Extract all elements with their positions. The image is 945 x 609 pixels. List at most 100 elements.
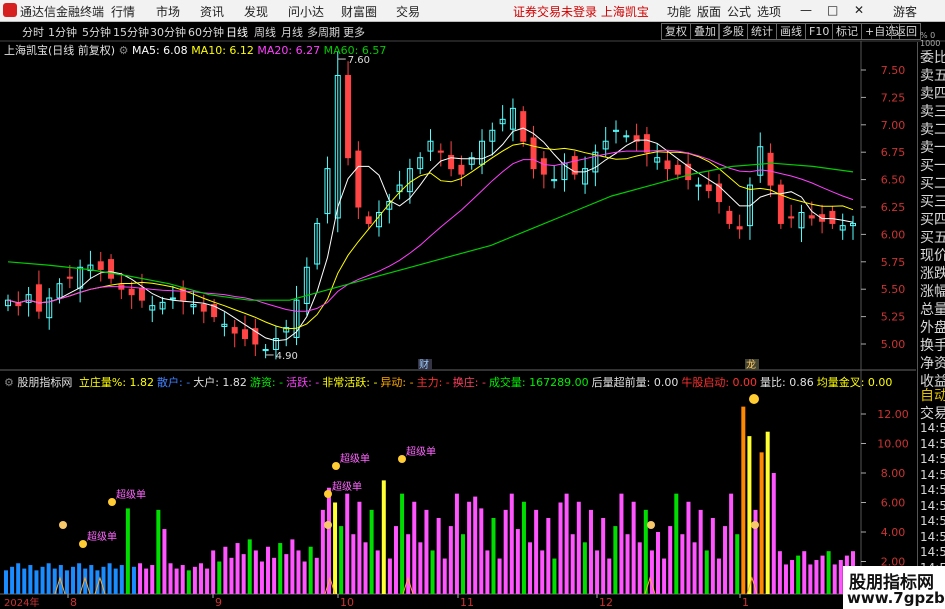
volume-bar (613, 526, 618, 594)
candle-body (540, 158, 547, 175)
indicator-value-7: 主力: - (416, 376, 450, 389)
panel-time-4: 14:56 (920, 483, 945, 497)
candle-body (530, 137, 537, 170)
price-axis-label: 5.75 (881, 256, 906, 269)
signal-label-super-order: 超级单 (87, 530, 117, 543)
indicator-value-8: 换庄: - (452, 376, 486, 389)
volume-bar (205, 568, 210, 594)
volume-bar (71, 566, 76, 594)
volume-bar (515, 529, 520, 594)
price-axis-label: 5.50 (881, 283, 906, 296)
date-month-label: 12 (599, 596, 613, 609)
candle-body (808, 215, 815, 219)
candle-body (15, 302, 22, 307)
indicator-value-3: 游资: - (249, 376, 284, 389)
panel-time-2: 14:56 (920, 452, 945, 466)
volume-bar (735, 534, 740, 594)
volume-bar (796, 555, 801, 594)
volume-bar (144, 568, 149, 594)
volume-bar (345, 493, 350, 594)
kline-chart[interactable]: 7.50 7.25 7.00 6.75 6.50 6.25 6.00 5.75 5.50 5.25… (0, 0, 945, 609)
volume-bar (34, 570, 39, 594)
hand-pointer-icon (647, 521, 655, 529)
volume-bar (680, 534, 685, 594)
volume-bar (790, 560, 795, 594)
panel-label-7: 买二 (920, 176, 945, 192)
panel-label-16: 换手 (920, 338, 945, 354)
volume-bar (698, 509, 703, 594)
volume-bar (10, 566, 15, 594)
ma60-line (7, 162, 854, 301)
volume-bar (582, 542, 587, 594)
panel-label-6: 买一 (920, 158, 945, 174)
panel-label-9: 买四 (920, 212, 945, 228)
volume-bar (686, 501, 691, 594)
ma5-label: MA5: 6.08 (131, 44, 188, 57)
indicator-value-9: 成交量: 167289.00 (488, 376, 589, 389)
panel-label-10: 买五 (920, 230, 945, 246)
volume-bar (229, 557, 234, 594)
volume-axis-label: 4.00 (881, 526, 906, 539)
volume-bar (64, 570, 69, 594)
volume-bar (241, 554, 246, 594)
volume-axis-label: 12.00 (877, 408, 909, 421)
indicator-value-5: 非常活跃: - (322, 376, 378, 389)
price-axis-label: 7.50 (881, 64, 906, 77)
settings-icon[interactable]: ⚙ (4, 376, 14, 389)
candle-body (128, 288, 135, 296)
indicator-name: 股朋指标网 (17, 376, 73, 389)
volume-bar (595, 550, 600, 594)
quote-side-panel: % 0 1000 委比 卖五 卖四 卖三 卖二 卖一 买一 买二 买三 买四 买五 现价 涨跌 涨幅 总量 外盘换… (917, 31, 945, 609)
volume-bar (119, 565, 124, 594)
volume-bar (266, 546, 271, 594)
indicator-value-13: 均量金叉: 0.00 (816, 376, 893, 389)
volume-bar (418, 542, 423, 594)
volume-bar (729, 493, 734, 594)
ma20-label: MA20: 6.27 (257, 44, 321, 57)
volume-bar (631, 501, 636, 594)
volume-bar (454, 493, 459, 594)
panel-label-12: 涨跌 (920, 266, 945, 282)
volume-bar (302, 561, 307, 594)
volume-bar (528, 542, 533, 594)
volume-bar (540, 550, 545, 594)
candle-body (231, 327, 238, 334)
volume-bar (637, 542, 642, 594)
volume-bar (832, 564, 837, 594)
volume-bar (369, 509, 374, 594)
volume-bar (765, 431, 770, 594)
settings-icon[interactable]: ⚙ (119, 44, 129, 57)
volume-bar (473, 496, 478, 594)
panel-label-14: 总量 (920, 302, 945, 318)
panel-label-3: 卖三 (920, 104, 945, 120)
indicator-value-4: 活跃: - (286, 376, 320, 389)
panel-label-auto: 自动 (920, 388, 945, 404)
panel-time-7: 14:56 (920, 529, 945, 544)
volume-bar (174, 568, 179, 594)
candle-body (788, 216, 795, 219)
volume-bar (125, 508, 130, 594)
volume-axis-label: 10.00 (877, 438, 909, 451)
volume-bar (320, 509, 325, 594)
signal-coin-icon (108, 498, 116, 506)
volume-bar (783, 564, 788, 594)
hand-pointer-icon (59, 521, 67, 529)
signal-coin-icon (749, 394, 759, 404)
volume-bar (259, 561, 264, 594)
main-chart-legend: 上海凯宝(日线 前复权) ⚙ MA5: 6.08 MA10: 6.12 MA20… (4, 42, 386, 58)
volume-bar (150, 565, 155, 594)
volume-bar (400, 493, 405, 594)
panel-time-6: 14:56 (920, 514, 945, 528)
volume-bar (564, 493, 569, 594)
volume-bar (156, 509, 161, 594)
candle-body (345, 74, 352, 159)
candle-body (674, 164, 681, 175)
volume-bar (576, 501, 581, 594)
volume-bar (643, 509, 648, 594)
date-month-label: 11 (460, 596, 474, 609)
volume-bar (759, 452, 764, 594)
volume-bar (198, 563, 203, 594)
volume-bar (546, 517, 551, 594)
candle-body (35, 284, 42, 312)
volume-bar (89, 565, 94, 594)
